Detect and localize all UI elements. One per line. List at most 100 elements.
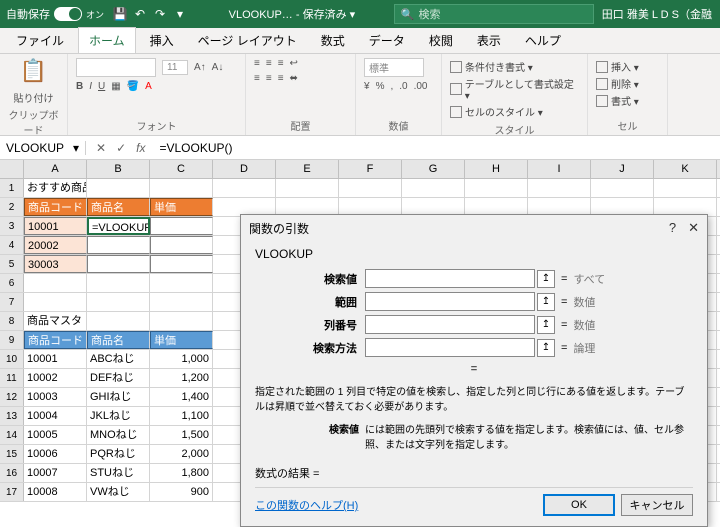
col-header[interactable]: D: [213, 160, 276, 178]
row-header[interactable]: 11: [0, 369, 24, 387]
cell[interactable]: 10008: [24, 483, 87, 501]
function-help-link[interactable]: この関数のヘルプ(H): [255, 497, 358, 513]
decrease-font-icon[interactable]: A↓: [212, 62, 224, 73]
cell[interactable]: [87, 255, 150, 273]
cell[interactable]: 1,500: [150, 426, 213, 444]
paste-icon[interactable]: 📋: [20, 58, 47, 84]
row-header[interactable]: 6: [0, 274, 24, 292]
cell[interactable]: [654, 179, 717, 197]
cell[interactable]: [87, 293, 150, 311]
row-header[interactable]: 8: [0, 312, 24, 330]
col-header[interactable]: K: [654, 160, 717, 178]
arg-col-index-input[interactable]: [365, 315, 535, 334]
row-header[interactable]: 17: [0, 483, 24, 501]
formula-input[interactable]: =VLOOKUP(): [155, 141, 720, 155]
row-header[interactable]: 14: [0, 426, 24, 444]
cell[interactable]: [87, 274, 150, 292]
cell[interactable]: [150, 217, 213, 235]
row-header[interactable]: 15: [0, 445, 24, 463]
row-header[interactable]: 2: [0, 198, 24, 216]
arg-range-lookup-input[interactable]: [365, 338, 535, 357]
col-header[interactable]: C: [150, 160, 213, 178]
ok-button[interactable]: OK: [543, 494, 615, 516]
tab-insert[interactable]: 挿入: [140, 28, 184, 53]
save-icon[interactable]: 💾: [112, 6, 128, 22]
row-header[interactable]: 5: [0, 255, 24, 273]
cell[interactable]: 10006: [24, 445, 87, 463]
align-center-icon[interactable]: ≡: [266, 73, 272, 84]
align-right-icon[interactable]: ≡: [278, 73, 284, 84]
comma-icon[interactable]: ,: [390, 81, 393, 92]
cell[interactable]: 商品コード: [24, 198, 87, 216]
align-left-icon[interactable]: ≡: [254, 73, 260, 84]
qat-dropdown-icon[interactable]: ▾: [172, 6, 188, 22]
cell[interactable]: 2,000: [150, 445, 213, 463]
cell[interactable]: 商品名: [87, 198, 150, 216]
inc-decimal-icon[interactable]: .0: [399, 81, 407, 92]
row-header[interactable]: 7: [0, 293, 24, 311]
cell[interactable]: [150, 274, 213, 292]
col-header[interactable]: G: [402, 160, 465, 178]
cell[interactable]: 10005: [24, 426, 87, 444]
name-box-dropdown-icon[interactable]: ▾: [73, 141, 79, 155]
range-select-icon[interactable]: ↥: [537, 270, 555, 288]
currency-icon[interactable]: ¥: [364, 81, 370, 92]
align-mid-icon[interactable]: ≡: [266, 58, 272, 69]
cell[interactable]: 1,800: [150, 464, 213, 482]
name-box[interactable]: VLOOKUP ▾: [0, 141, 86, 155]
cell[interactable]: GHIねじ: [87, 388, 150, 406]
cell[interactable]: STUねじ: [87, 464, 150, 482]
tab-review[interactable]: 校閲: [419, 28, 463, 53]
cell[interactable]: 30003: [24, 255, 87, 273]
cell[interactable]: MNOねじ: [87, 426, 150, 444]
row-header[interactable]: 1: [0, 179, 24, 197]
col-header[interactable]: H: [465, 160, 528, 178]
percent-icon[interactable]: %: [376, 81, 385, 92]
autosave[interactable]: 自動保存 オン: [0, 6, 110, 22]
font-name-select[interactable]: [76, 58, 156, 77]
cancel-formula-icon[interactable]: ✕: [96, 141, 106, 155]
cell[interactable]: [87, 236, 150, 254]
fill-color-icon[interactable]: 🪣: [127, 81, 139, 92]
cell[interactable]: 10002: [24, 369, 87, 387]
cell[interactable]: 1,400: [150, 388, 213, 406]
cell[interactable]: 商品マスタ: [24, 312, 87, 330]
format-as-table-button[interactable]: テーブルとして書式設定 ▾: [450, 75, 579, 103]
cell[interactable]: 1,200: [150, 369, 213, 387]
tab-file[interactable]: ファイル: [6, 28, 74, 53]
tab-view[interactable]: 表示: [467, 28, 511, 53]
dec-decimal-icon[interactable]: .00: [414, 81, 428, 92]
cell[interactable]: [402, 179, 465, 197]
tab-pagelayout[interactable]: ページ レイアウト: [188, 28, 307, 53]
range-select-icon[interactable]: ↥: [537, 339, 555, 357]
select-all-corner[interactable]: [0, 160, 24, 178]
cell[interactable]: [150, 236, 213, 254]
cell[interactable]: [150, 179, 213, 197]
number-format-select[interactable]: 標準: [364, 58, 424, 77]
cell[interactable]: [213, 179, 276, 197]
cell[interactable]: [150, 312, 213, 330]
font-color-icon[interactable]: A: [145, 81, 152, 92]
arg-table-array-input[interactable]: [365, 292, 535, 311]
cell[interactable]: 20002: [24, 236, 87, 254]
cell[interactable]: 1,000: [150, 350, 213, 368]
user-account[interactable]: 田口 雅美 L D S（金融: [594, 6, 720, 22]
bold-button[interactable]: B: [76, 81, 83, 92]
cell[interactable]: 10007: [24, 464, 87, 482]
insert-cells-button[interactable]: 挿入 ▾: [596, 58, 659, 75]
cell[interactable]: [24, 274, 87, 292]
undo-icon[interactable]: ↶: [132, 6, 148, 22]
col-header[interactable]: E: [276, 160, 339, 178]
col-header[interactable]: F: [339, 160, 402, 178]
merge-icon[interactable]: ⬌: [290, 73, 298, 84]
cell[interactable]: PQRねじ: [87, 445, 150, 463]
font-size-select[interactable]: 11: [162, 60, 188, 75]
underline-button[interactable]: U: [98, 81, 105, 92]
align-bot-icon[interactable]: ≡: [278, 58, 284, 69]
cell[interactable]: 単価: [150, 331, 213, 349]
cond-format-button[interactable]: 条件付き書式 ▾: [450, 58, 579, 75]
row-header[interactable]: 4: [0, 236, 24, 254]
cell[interactable]: [591, 179, 654, 197]
italic-button[interactable]: I: [89, 81, 92, 92]
format-cells-button[interactable]: 書式 ▾: [596, 92, 659, 109]
